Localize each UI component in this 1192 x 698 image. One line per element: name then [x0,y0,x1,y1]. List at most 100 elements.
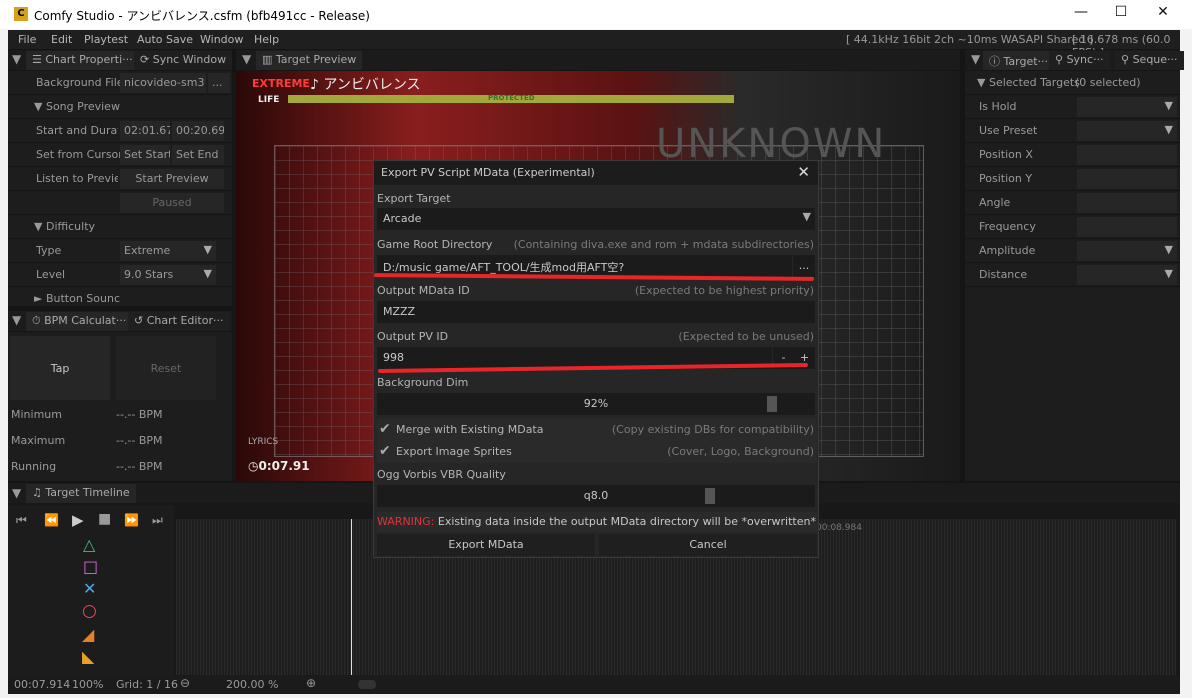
mdata-id-label: Output MData ID [377,284,470,297]
collapse-icon[interactable]: ▼ [12,486,21,500]
position-x-label: Position X [979,148,1033,161]
tab-chart-properties[interactable]: ☰ Chart Properti··· [26,51,139,70]
export-target-select[interactable]: Arcade [377,208,815,230]
collapse-icon[interactable]: ▼ [12,313,21,327]
zoom-level[interactable]: 200.00 % [226,678,278,691]
zoom-out-icon[interactable]: ⊖ [180,676,190,690]
tab-target[interactable]: ⓘ Target··· [983,51,1055,70]
dialog-title: Export PV Script MData (Experimental) [381,166,595,179]
distance-select[interactable] [1077,265,1177,285]
maximum-value: --.-- BPM [116,434,163,447]
grid-division[interactable]: Grid: 1 / 16 [116,678,178,691]
set-end-button[interactable]: Set End [172,145,224,165]
frequency-label: Frequency [979,220,1036,233]
tab-chart-editor[interactable]: ↺ Chart Editor··· [128,312,230,331]
type-select[interactable]: Extreme [120,241,216,261]
close-button[interactable]: ✕ [1148,4,1178,24]
position-y-input[interactable] [1077,169,1177,189]
zoom-in-icon[interactable]: ⊕ [306,676,316,690]
menu-bar: File Edit Playtest Auto Save Window Help… [8,30,1180,59]
start-preview-button[interactable]: Start Preview [120,169,224,189]
export-target-label: Export Target [377,192,451,205]
slider-handle[interactable] [705,488,715,504]
stop-icon[interactable]: ■ [98,511,111,527]
browse-button[interactable]: ... [208,73,230,93]
minimum-value: --.-- BPM [116,408,163,421]
start-input[interactable]: 02:01.679 [120,121,170,141]
title-bar: C Comfy Studio - アンビバレンス.csfm (bfb491cc … [0,0,1192,29]
background-file-input[interactable]: nicovideo-sm3 [120,73,206,93]
tab-sync-window[interactable]: ⟳ Sync Window [134,51,233,70]
type-label: Type [36,244,62,257]
cancel-button[interactable]: Cancel [599,534,817,556]
minimum-label: Minimum [11,408,62,421]
bpm-panel: Tap Reset Minimum --.-- BPM Maximum --.-- … [8,332,232,481]
position-x-input[interactable] [1077,145,1177,165]
duration-input[interactable]: 00:20.695 [172,121,224,141]
is-hold-label: Is Hold [979,100,1017,113]
sync-icon: ⟳ [140,53,153,66]
time-marker: 00:08.984 [816,523,862,533]
background-dim-slider[interactable]: 92% [377,393,815,415]
dialog-header: Export PV Script MData (Experimental) ✕ [374,161,818,185]
ogg-quality-label: Ogg Vorbis VBR Quality [377,468,506,481]
slider-handle[interactable] [767,396,777,412]
play-icon[interactable]: ▶ [72,511,84,529]
menu-edit[interactable]: Edit [51,33,72,46]
tab-bpm-calculator[interactable]: ⏱ BPM Calculat··· [26,312,133,331]
selected-targets-header[interactable]: ▼ Selected Targets [977,76,1080,89]
maximize-button[interactable]: ☐ [1106,4,1136,24]
tab-sequence[interactable]: ⚲ Seque··· [1115,51,1184,70]
chart-properties-panel: Background File nicovideo-sm3... ▼ Song P… [8,71,232,307]
tab-target-preview[interactable]: ▥ Target Preview [256,51,363,70]
export-sprites-checkbox[interactable]: ✔ [379,443,391,459]
reset-button[interactable]: Reset [116,336,216,400]
level-select[interactable]: 9.0 Stars [120,265,216,285]
difficulty-header[interactable]: ▼ Difficulty [34,220,95,233]
angle-label: Angle [979,196,1011,209]
minimize-button[interactable]: — [1066,4,1096,24]
chart-icon: ▥ [262,53,276,66]
amplitude-select[interactable] [1077,241,1177,261]
skip-end-icon[interactable]: ⏭ [152,513,163,528]
ogg-quality-slider[interactable]: q8.0 [377,485,815,507]
button-sound-header[interactable]: ► Button Sounc [34,292,120,305]
level-label: Level [36,268,66,281]
background-dim-label: Background Dim [377,376,469,389]
mdata-id-hint: (Expected to be highest priority) [634,284,814,297]
fast-forward-icon[interactable]: ⏩ [124,513,139,527]
playback-speed[interactable]: 100% [72,678,103,691]
menu-auto-save[interactable]: Auto Save [137,33,193,46]
paused-toggle[interactable]: Paused [120,193,224,213]
info-icon: ⓘ [989,55,1004,68]
game-root-browse-button[interactable]: ... [793,255,815,277]
horizontal-scrollbar[interactable] [358,680,376,689]
collapse-icon[interactable]: ▼ [971,52,980,66]
circle-icon: ○ [82,601,97,621]
menu-playtest[interactable]: Playtest [84,33,128,46]
menu-help[interactable]: Help [254,33,279,46]
export-mdata-button[interactable]: Export MData [377,534,595,556]
selected-count: (0 selected) [1075,76,1141,89]
pv-id-hint: (Expected to be unused) [678,330,814,343]
collapse-icon[interactable]: ▼ [242,52,251,66]
angle-input[interactable] [1077,193,1177,213]
left-tab-bar: ▼ ☰ Chart Properti··· ⟳ Sync Window [8,50,233,70]
dialog-close-button[interactable]: ✕ [797,163,810,181]
collapse-icon[interactable]: ▼ [12,52,21,66]
is-hold-select[interactable] [1077,97,1177,117]
mdata-id-input[interactable]: MZZZ [377,301,815,323]
menu-window[interactable]: Window [200,33,243,46]
merge-checkbox[interactable]: ✔ [379,421,391,437]
tap-button[interactable]: Tap [10,336,110,400]
menu-file[interactable]: File [18,33,36,46]
use-preset-select[interactable] [1077,121,1177,141]
tab-target-timeline[interactable]: ♫ Target Timeline [26,484,136,503]
playhead[interactable] [351,519,352,675]
tab-sync[interactable]: ⚲ Sync··· [1049,51,1110,70]
set-start-button[interactable]: Set Start [120,145,170,165]
rewind-icon[interactable]: ⏪ [44,513,59,527]
song-preview-header[interactable]: ▼ Song Preview [34,100,120,113]
skip-start-icon[interactable]: ⏮ [16,513,27,528]
frequency-input[interactable] [1077,217,1177,237]
